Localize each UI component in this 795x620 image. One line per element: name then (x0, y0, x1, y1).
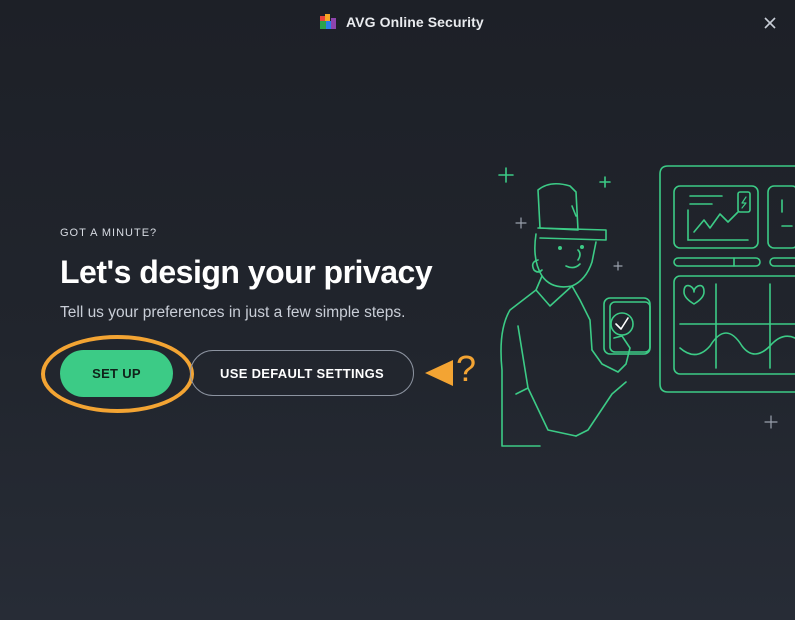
avg-logo-icon (320, 14, 336, 29)
callout-arrow-icon (425, 360, 453, 386)
eyebrow-text: GOT A MINUTE? (60, 227, 158, 239)
sparkle-icon (498, 167, 514, 183)
title-bar: AVG Online Security (0, 0, 795, 44)
setup-button[interactable]: SET UP (60, 350, 173, 397)
app-title: AVG Online Security (346, 14, 484, 30)
use-default-settings-button[interactable]: USE DEFAULT SETTINGS (190, 350, 414, 396)
close-icon[interactable] (759, 12, 781, 34)
page-subtitle: Tell us your preferences in just a few s… (60, 304, 406, 321)
page-title: Let's design your privacy (60, 254, 433, 290)
privacy-illustration (498, 165, 795, 447)
callout-question-mark: ? (456, 348, 477, 389)
